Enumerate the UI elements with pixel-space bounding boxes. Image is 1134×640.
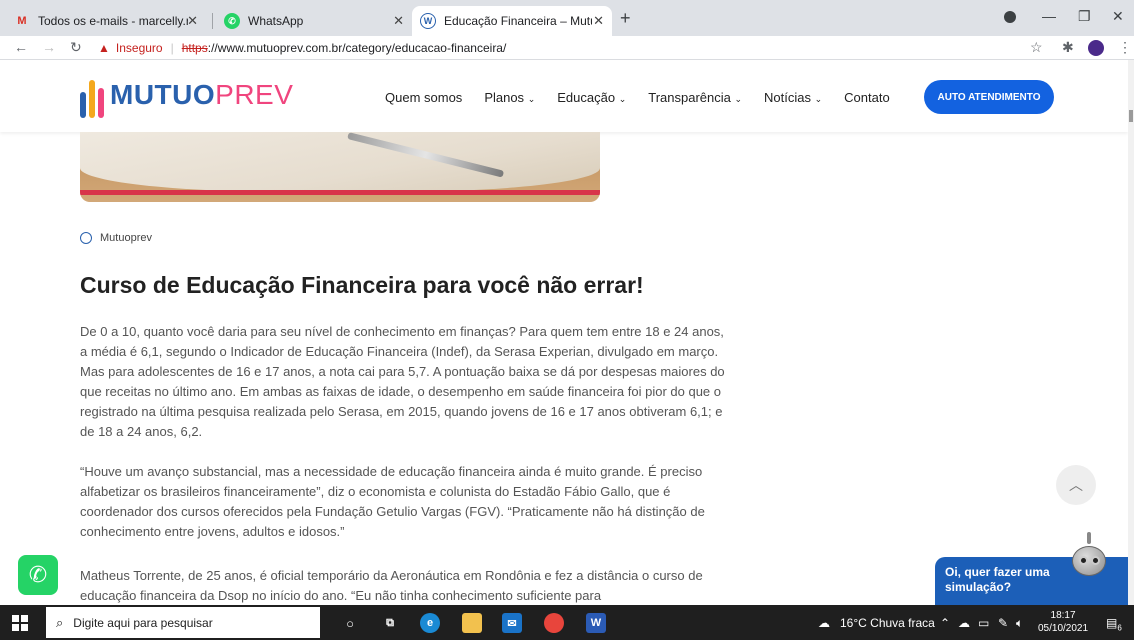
reload-icon[interactable]: ↻	[70, 39, 82, 56]
url-path: ://www.mutuoprev.com.br/category/educaca…	[207, 41, 507, 55]
chevron-down-icon: ⌄	[618, 94, 627, 104]
profile-dot-icon[interactable]	[1004, 11, 1016, 23]
search-icon: ⌕	[56, 614, 64, 630]
tab-whatsapp[interactable]: ✆ WhatsApp ✕	[216, 6, 412, 36]
mutuoprev-logo[interactable]: MUTUO PREV	[80, 72, 293, 118]
weather-icon: ☁	[818, 616, 830, 630]
notifications-icon[interactable]: ▤6	[1106, 616, 1122, 632]
menu-item-noticias[interactable]: Notícias ⌄	[764, 90, 822, 105]
search-placeholder: Digite aqui para pesquisar	[73, 615, 213, 630]
tab-title: WhatsApp	[248, 14, 304, 28]
article-title: Curso de Educação Financeira para você n…	[80, 272, 644, 298]
task-view-icon[interactable]: ⧉	[380, 613, 400, 633]
back-icon[interactable]: ←	[14, 39, 28, 55]
tab-educacao-financeira[interactable]: W Educação Financeira – Mutuopre ✕	[412, 6, 612, 36]
insecure-label: Inseguro	[115, 41, 163, 55]
address-bar-row: ← → ↻ ▲ Inseguro | https ://www.mutuopre…	[0, 36, 1134, 60]
post-author[interactable]: Mutuoprev	[80, 232, 152, 244]
tab-title: Todos os e-mails - marcelly.ny77	[38, 14, 188, 28]
cortana-icon[interactable]: ○	[340, 613, 360, 633]
network-icon[interactable]: ▭	[978, 616, 989, 630]
chevron-down-icon: ⌄	[734, 94, 743, 104]
new-tab-icon[interactable]: +	[620, 8, 631, 29]
main-menu: Quem somos Planos ⌄ Educação ⌄ Transparê…	[385, 90, 912, 105]
menu-item-quem-somos[interactable]: Quem somos	[385, 90, 462, 105]
chrome-icon[interactable]	[544, 613, 564, 633]
clock-date: 05/10/2021	[1038, 623, 1089, 634]
bookmark-star-icon[interactable]: ☆	[1030, 39, 1043, 56]
menu-item-transparencia[interactable]: Transparência ⌄	[648, 90, 742, 105]
tray-chevron-up-icon[interactable]: ⌃	[940, 616, 950, 630]
taskbar-clock[interactable]: 18:17 05/10/2021	[1038, 609, 1088, 635]
whatsapp-icon: ✆	[28, 562, 48, 587]
minimize-icon[interactable]: —	[1042, 8, 1056, 24]
author-icon	[80, 232, 92, 244]
url-scheme: https	[181, 41, 208, 55]
logo-text-mutuo: MUTUO	[110, 79, 216, 110]
restore-icon[interactable]: ❐	[1078, 8, 1091, 25]
close-window-icon[interactable]: ✕	[1112, 8, 1124, 25]
weather-text[interactable]: 16°C Chuva fraca	[840, 616, 935, 630]
notification-count: 6	[1117, 623, 1122, 633]
browser-tab-strip: M Todos os e-mails - marcelly.ny77 ✕ ✆ W…	[0, 0, 1134, 36]
menu-item-contato[interactable]: Contato	[844, 90, 890, 105]
whatsapp-icon: ✆	[224, 13, 240, 29]
wordpress-icon: W	[420, 13, 436, 29]
robot-mascot-icon[interactable]	[1068, 530, 1110, 592]
tab-title: Educação Financeira – Mutuopre	[444, 14, 592, 28]
whatsapp-float-button[interactable]: ✆	[18, 555, 58, 595]
clock-time: 18:17	[1050, 610, 1076, 621]
word-icon[interactable]: W	[586, 613, 606, 633]
file-explorer-icon[interactable]	[462, 613, 482, 633]
chat-widget-text: Oi, quer fazer uma simulação?	[945, 565, 1050, 594]
logo-bars-icon	[80, 72, 104, 118]
menu-item-educacao[interactable]: Educação ⌄	[557, 90, 626, 105]
more-menu-icon[interactable]: ⋮	[1118, 39, 1132, 56]
forward-icon[interactable]: →	[42, 39, 56, 55]
page-scrollbar[interactable]	[1128, 60, 1134, 605]
author-name: Mutuoprev	[100, 232, 152, 244]
tab-gmail[interactable]: M Todos os e-mails - marcelly.ny77 ✕	[6, 6, 206, 36]
windows-taskbar: ⌕ Digite aqui para pesquisar ○ ⧉ e ✉ W ☁…	[0, 605, 1134, 640]
mail-icon[interactable]: ✉	[502, 613, 522, 633]
logo-text-prev: PREV	[215, 79, 294, 110]
article-paragraph: “Houve um avanço substancial, mas a nece…	[80, 464, 705, 539]
onedrive-icon[interactable]: ☁	[958, 616, 970, 630]
close-icon[interactable]: ✕	[593, 13, 604, 29]
menu-item-planos[interactable]: Planos ⌄	[484, 90, 535, 105]
chevron-up-icon: ︿	[1069, 477, 1083, 493]
extensions-icon[interactable]: ✱	[1062, 39, 1074, 56]
site-header: MUTUO PREV Quem somos Planos ⌄ Educação ⌄…	[0, 60, 1128, 132]
taskbar-search-box[interactable]: ⌕ Digite aqui para pesquisar	[46, 607, 320, 638]
close-icon[interactable]: ✕	[393, 13, 404, 29]
pen-ink-icon[interactable]: ✎	[998, 616, 1008, 630]
windows-start-icon[interactable]	[12, 615, 28, 631]
gmail-icon: M	[17, 15, 27, 27]
article-paragraph: De 0 a 10, quanto você daria para seu ní…	[80, 324, 725, 439]
avatar[interactable]	[1088, 40, 1104, 56]
edge-icon[interactable]: e	[420, 613, 440, 633]
chevron-down-icon: ⌄	[527, 94, 536, 104]
article-paragraph: Matheus Torrente, de 25 anos, é oficial …	[80, 568, 703, 603]
warning-icon: ▲	[98, 41, 110, 55]
volume-icon[interactable]: 🔈︎	[1016, 616, 1023, 631]
auto-atendimento-button[interactable]: AUTO ATENDIMENTO	[924, 80, 1054, 114]
article-hero-image	[80, 132, 600, 202]
close-icon[interactable]: ✕	[187, 13, 198, 29]
back-to-top-button[interactable]: ︿	[1056, 465, 1096, 505]
url-field[interactable]: ▲ Inseguro | https ://www.mutuoprev.com.…	[98, 38, 506, 58]
chevron-down-icon: ⌄	[814, 94, 823, 104]
